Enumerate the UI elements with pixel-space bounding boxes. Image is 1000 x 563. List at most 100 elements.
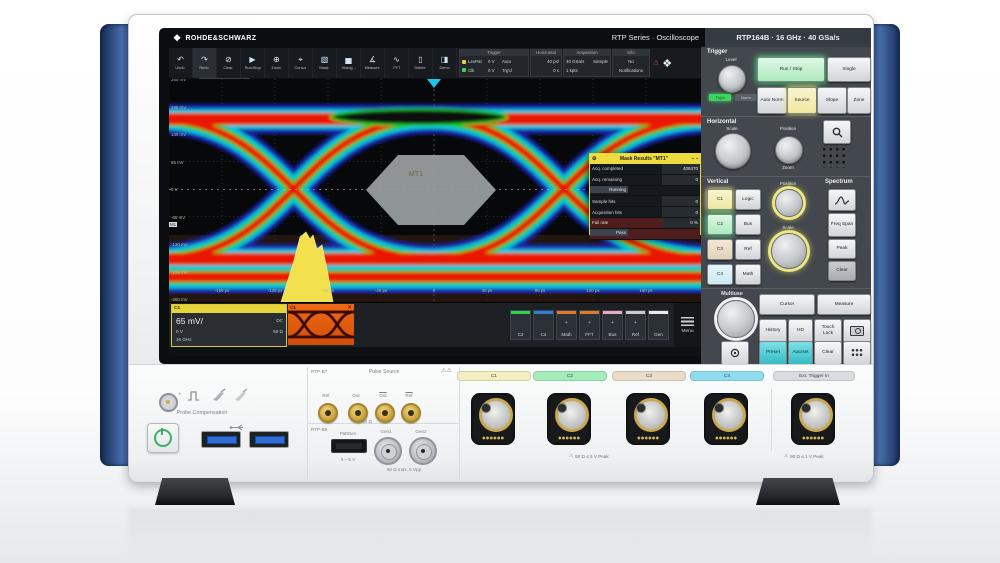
channel-c4-button[interactable]: C4 bbox=[707, 264, 733, 285]
popup-gear-icon[interactable]: ⚙ bbox=[592, 156, 596, 162]
apps-button[interactable] bbox=[843, 341, 871, 365]
intensity-button[interactable] bbox=[721, 341, 749, 365]
trace-button-c2[interactable]: C2 bbox=[510, 310, 531, 340]
connector-pads bbox=[802, 436, 824, 440]
eye-diagram[interactable]: MT1 260 mV195 mV130 mV65 mV0 V-65 mV-130… bbox=[169, 79, 701, 302]
c1-bandwidth: 16 GHz bbox=[176, 337, 192, 342]
acquisition-status-segment[interactable]: Acquisition 40 GSa/s Sample 1 kpts bbox=[563, 49, 611, 77]
level-knob-label: Level bbox=[719, 57, 743, 62]
single-button[interactable]: Single bbox=[827, 57, 871, 82]
vertical-math-button[interactable]: Math bbox=[735, 264, 761, 285]
toolbar-measure-button[interactable]: ∡Measure bbox=[361, 48, 385, 78]
toolbar-undo-label: Undo bbox=[176, 65, 185, 70]
close-icon[interactable]: ▪ bbox=[696, 156, 698, 162]
toolbar-delete-button[interactable]: ▯Delete bbox=[409, 48, 433, 78]
trace-button-ref[interactable]: +Ref bbox=[625, 310, 646, 340]
usb-port-2 bbox=[249, 431, 289, 448]
power-button[interactable] bbox=[147, 423, 179, 453]
toolbar-run-stop-button[interactable]: ▶Run/Stop bbox=[241, 48, 265, 78]
toolbar-histogram-button[interactable]: ▅Histog... bbox=[337, 48, 361, 78]
toolbar-clear-label: Clear bbox=[224, 65, 233, 70]
channel-c3-button[interactable]: C3 bbox=[707, 239, 733, 260]
zoom-magnifier-button[interactable] bbox=[823, 120, 851, 144]
v-scale-knob-label: Scale bbox=[773, 225, 803, 230]
c1-eye-thumbnail[interactable]: C1 ✕ bbox=[288, 304, 354, 345]
run-stop-button[interactable]: Run / Stop bbox=[757, 57, 825, 82]
input-connector-c1 bbox=[471, 393, 515, 445]
touchscreen[interactable]: ↶Undo↷Redo⊘Clear▶Run/Stop⊕Zoom⌖Cursor▧Ma… bbox=[169, 48, 701, 356]
menu-button[interactable]: Menu bbox=[674, 303, 701, 347]
vertical-scale-knob[interactable] bbox=[771, 233, 807, 269]
delete-icon: ▯ bbox=[418, 56, 422, 64]
toolbar-redo-button[interactable]: ↷Redo bbox=[193, 48, 217, 78]
touch-lock-button[interactable]: Touch Lock bbox=[814, 319, 842, 343]
toolbar-cursor-label: Cursor bbox=[295, 65, 307, 70]
mask-results-popup[interactable]: ⚙ Mask Results "MT1" – ▪ Acq. completed4… bbox=[589, 153, 701, 235]
hd-button[interactable]: HD bbox=[788, 319, 813, 343]
connector-pads bbox=[637, 436, 659, 440]
trigger-mode: Auto bbox=[502, 59, 511, 64]
peak-button[interactable]: Peak bbox=[828, 239, 856, 259]
toolbar-measure-label: Measure bbox=[365, 65, 380, 70]
vertical-position-knob[interactable] bbox=[775, 189, 803, 217]
info-line1: No bbox=[628, 59, 634, 64]
channel1-signal-badge[interactable]: C1 65 mV/ 0 V 16 GHz DC 50 Ω bbox=[171, 304, 287, 347]
clear-icon: ⊘ bbox=[225, 56, 232, 64]
autoset-button[interactable]: Autoset bbox=[788, 341, 813, 365]
info-segment[interactable]: Info No Notifications bbox=[612, 49, 650, 77]
vertical-ref-button[interactable]: Ref bbox=[735, 239, 761, 260]
preset-button[interactable]: Preset bbox=[759, 341, 787, 365]
signal-bar: C1 65 mV/ 0 V 16 GHz DC 50 Ω bbox=[169, 302, 701, 347]
multiuse-knob[interactable] bbox=[717, 300, 755, 338]
toolbar-clear-button[interactable]: ⊘Clear bbox=[217, 48, 241, 78]
trace-button-c4[interactable]: C4 bbox=[533, 310, 554, 340]
sma-connector-4 bbox=[401, 403, 421, 423]
freq-span-button[interactable]: Freq Span bbox=[828, 213, 856, 237]
c1-coupling: DC bbox=[276, 318, 283, 323]
connector-hole bbox=[557, 403, 567, 413]
toolbar-zoom-button[interactable]: ⊕Zoom bbox=[265, 48, 289, 78]
trigger-led bbox=[462, 60, 466, 64]
trace-button-math[interactable]: +Math bbox=[556, 310, 577, 340]
screen-bezel: ❖ ROHDE&SCHWARZ RTP Series · Oscilloscop… bbox=[159, 28, 871, 364]
thumb-close-icon[interactable]: ✕ bbox=[347, 304, 352, 311]
auto-norm-button[interactable]: Auto Norm bbox=[757, 87, 787, 114]
toolbar-demo-button[interactable]: ◨Demo bbox=[433, 48, 457, 78]
input-connector-c2 bbox=[547, 393, 591, 445]
trigger-status-segment[interactable]: Trigger LevPat0 VAutoClk0 VTrg'd bbox=[459, 49, 529, 77]
spectrum-clear-button[interactable]: Clear bbox=[828, 261, 856, 281]
connector-panel: + Probe Compensation RTP-B7 Pulse Source bbox=[129, 364, 873, 482]
horizontal-status-segment[interactable]: Horizontal 40 ps/ 0 s bbox=[530, 49, 562, 77]
measure-button[interactable]: Measure bbox=[817, 294, 871, 315]
status-infobar[interactable]: Trigger LevPat0 VAutoClk0 VTrg'd Horizon… bbox=[459, 49, 672, 77]
zone-button[interactable]: Zone bbox=[847, 87, 871, 114]
screenshot-button[interactable] bbox=[843, 319, 871, 343]
vertical-logic-button[interactable]: Logic bbox=[735, 189, 761, 210]
trace-button-bus[interactable]: +Bus bbox=[602, 310, 623, 340]
time-axis-label: -160 ps bbox=[208, 288, 236, 293]
cursor-button[interactable]: Cursor bbox=[759, 294, 815, 315]
history-button[interactable]: History bbox=[759, 319, 787, 343]
left-foot bbox=[155, 478, 235, 505]
clear-button[interactable]: Clear bbox=[814, 341, 842, 365]
vertical-bus-button[interactable]: Bus bbox=[735, 214, 761, 235]
horizontal-position-knob[interactable] bbox=[775, 136, 803, 164]
toolbar-undo-button[interactable]: ↶Undo bbox=[169, 48, 193, 78]
sma-port-label: Ref bbox=[397, 393, 421, 398]
source-button[interactable]: Source bbox=[787, 87, 817, 114]
slope-button[interactable]: Slope bbox=[817, 87, 847, 114]
trace-button-fft[interactable]: +FFT bbox=[579, 310, 600, 340]
horizontal-scale-knob[interactable] bbox=[715, 133, 751, 169]
toolbar-fft-button[interactable]: ∿FFT bbox=[385, 48, 409, 78]
spectrum-button[interactable] bbox=[828, 189, 856, 211]
toolbar-cursor-button[interactable]: ⌖Cursor bbox=[289, 48, 313, 78]
minimize-icon[interactable]: – bbox=[691, 156, 694, 162]
channel-c1-button[interactable]: C1 bbox=[707, 189, 733, 210]
toolbar-mask-button[interactable]: ▧Mask bbox=[313, 48, 337, 78]
channel-c2-button[interactable]: C2 bbox=[707, 214, 733, 235]
trace-button-gen[interactable]: Gen bbox=[648, 310, 669, 340]
horizontal-scale-value: 40 ps/ bbox=[533, 59, 559, 64]
trigger-level-knob[interactable] bbox=[718, 65, 746, 93]
toolbar-run-stop-label: Run/Stop bbox=[244, 65, 260, 70]
fft-icon: ∿ bbox=[393, 56, 400, 64]
